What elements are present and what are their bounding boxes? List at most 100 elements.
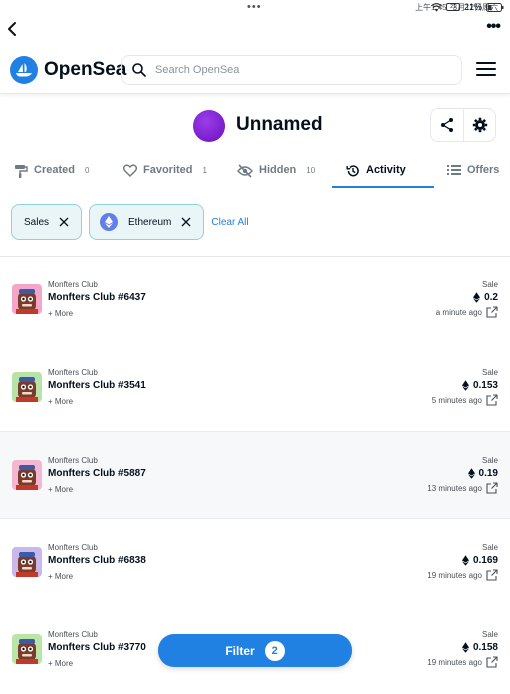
more-link[interactable]: + More [48, 485, 73, 494]
multitask-dots[interactable]: ••• [247, 1, 262, 13]
event-time[interactable]: 5 minutes ago [432, 394, 498, 406]
more-options-button[interactable]: ••• [486, 18, 501, 36]
close-icon[interactable] [181, 217, 191, 227]
external-link-icon[interactable] [486, 394, 498, 406]
chevron-left-icon [8, 22, 16, 36]
tab-count: 10 [306, 166, 316, 175]
price-value: 0.158 [472, 642, 498, 653]
event-time[interactable]: 13 minutes ago [427, 482, 498, 494]
filter-button-label: Filter [225, 643, 255, 658]
monster-avatar-icon [16, 552, 38, 577]
collection-name[interactable]: Monfters Club [48, 280, 98, 289]
item-name[interactable]: Monfters Club #3770 [48, 642, 146, 653]
activity-row[interactable]: Monfters Club Monfters Club #3541 + More Sa… [0, 344, 510, 432]
event-time[interactable]: 19 minutes ago [427, 569, 498, 581]
sale-price: 0.158 [461, 642, 498, 653]
nft-thumbnail[interactable] [12, 284, 42, 314]
settings-button[interactable] [463, 109, 495, 141]
sale-price: 0.153 [461, 380, 498, 391]
ethereum-icon [461, 642, 469, 653]
tab-hidden[interactable]: Hidden 10 [237, 158, 315, 188]
paintbrush-icon [15, 165, 28, 178]
more-link[interactable]: + More [48, 309, 73, 318]
price-value: 0.153 [472, 380, 498, 391]
external-link-icon[interactable] [486, 569, 498, 581]
filter-chip-sales[interactable]: Sales [11, 204, 83, 240]
monster-avatar-icon [16, 465, 38, 490]
share-button[interactable] [431, 109, 463, 141]
search-box[interactable] [121, 55, 462, 85]
event-type: Sale [481, 543, 498, 552]
event-type: Sale [481, 630, 498, 639]
opensea-logo-icon[interactable] [10, 56, 38, 84]
more-link[interactable]: + More [48, 397, 73, 406]
nft-thumbnail[interactable] [12, 634, 42, 664]
more-link[interactable]: + More [48, 659, 73, 668]
back-button[interactable] [6, 20, 22, 40]
clear-all-link[interactable]: Clear All [211, 217, 248, 228]
item-name[interactable]: Monfters Club #6838 [48, 555, 146, 566]
tab-favorited[interactable]: Favorited 1 [123, 158, 207, 188]
share-icon [441, 118, 453, 132]
monster-avatar-icon [16, 377, 38, 402]
list-icon [447, 165, 461, 175]
nft-thumbnail[interactable] [12, 372, 42, 402]
collection-name[interactable]: Monfters Club [48, 368, 98, 377]
activity-row[interactable]: Monfters Club Monfters Club #6838 + More Sa… [0, 519, 510, 607]
profile-name: Unnamed [236, 114, 323, 135]
profile-actions [430, 108, 496, 142]
brand-name[interactable]: OpenSea [44, 59, 126, 81]
item-name[interactable]: Monfters Club #3541 [48, 380, 146, 391]
ethereum-icon [461, 555, 469, 566]
profile-header: Unnamed [0, 108, 510, 144]
external-link-icon[interactable] [486, 656, 498, 668]
ethereum-icon [467, 468, 475, 479]
tab-label: Favorited [143, 164, 193, 176]
item-name[interactable]: Monfters Club #5887 [48, 468, 146, 479]
activity-row[interactable]: Monfters Club Monfters Club #6437 + More Sa… [0, 256, 510, 344]
tab-label: Created [34, 164, 75, 176]
avatar[interactable] [193, 110, 225, 142]
activity-row[interactable]: Monfters Club Monfters Club #5887 + More Sa… [0, 431, 510, 519]
history-icon [346, 165, 359, 177]
search-input[interactable] [155, 64, 435, 76]
event-type: Sale [481, 368, 498, 377]
collection-name[interactable]: Monfters Club [48, 630, 98, 639]
site-header: OpenSea [0, 46, 510, 94]
hamburger-line [476, 74, 496, 76]
collection-name[interactable]: Monfters Club [48, 543, 98, 552]
more-link[interactable]: + More [48, 572, 73, 581]
chip-label: Ethereum [128, 216, 172, 228]
gear-icon [472, 117, 487, 133]
heart-icon [123, 164, 137, 177]
nav-row: ••• [0, 16, 510, 44]
external-link-icon[interactable] [486, 306, 498, 318]
wifi-icon [430, 2, 442, 11]
collection-name[interactable]: Monfters Club [48, 456, 98, 465]
tab-label: Offers [467, 164, 500, 176]
price-value: 0.169 [472, 555, 498, 566]
external-link-icon[interactable] [486, 482, 498, 494]
tab-created[interactable]: Created 0 [14, 158, 89, 188]
monster-avatar-icon [16, 639, 38, 664]
close-icon[interactable] [59, 217, 69, 227]
status-bar: 上午1:45 3月12日周六 ••• 21 21% [0, 0, 510, 14]
item-name[interactable]: Monfters Club #6437 [48, 292, 146, 303]
nft-thumbnail[interactable] [12, 460, 42, 490]
ethereum-icon [100, 213, 119, 231]
tab-label: Activity [366, 164, 406, 176]
price-value: 0.2 [484, 292, 498, 303]
menu-button[interactable] [476, 62, 496, 78]
filter-button[interactable]: Filter 2 [158, 634, 352, 667]
nft-thumbnail[interactable] [12, 547, 42, 577]
status-right: 21 21% [430, 2, 504, 12]
time-label: 19 minutes ago [427, 570, 482, 580]
event-time[interactable]: a minute ago [436, 306, 498, 318]
filter-chip-ethereum[interactable]: Ethereum [89, 204, 205, 240]
event-time[interactable]: 19 minutes ago [427, 656, 498, 668]
tab-count: 0 [84, 166, 90, 175]
tab-activity[interactable]: Activity [332, 158, 434, 188]
hamburger-line [476, 68, 496, 70]
price-value: 0.19 [478, 468, 498, 479]
tab-offers[interactable]: Offers [447, 158, 499, 188]
